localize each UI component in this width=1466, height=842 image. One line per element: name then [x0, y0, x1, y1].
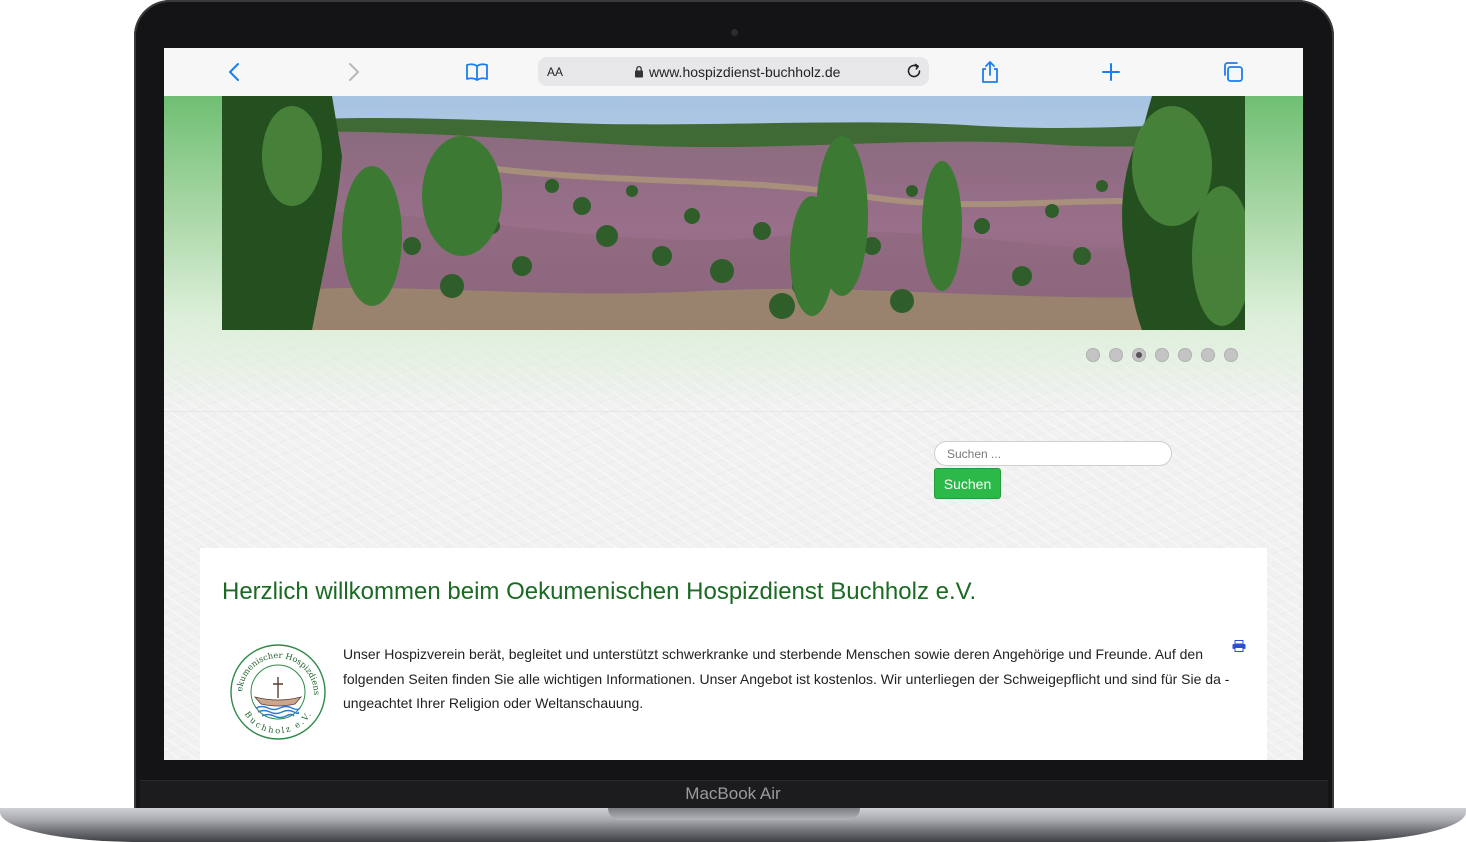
plus-icon	[1102, 63, 1120, 81]
browser-toolbar: AA www.hospizdienst-buchholz.de	[164, 48, 1303, 97]
slider-dot[interactable]	[1086, 348, 1100, 362]
slider-dot[interactable]	[1178, 348, 1192, 362]
search-input[interactable]	[934, 441, 1172, 466]
forward-button[interactable]	[339, 58, 369, 86]
page-title: Herzlich willkommen beim Oekumenischen H…	[222, 578, 977, 605]
model-label: MacBook Air	[685, 784, 781, 803]
tabs-button[interactable]	[1218, 58, 1248, 86]
back-button[interactable]	[219, 58, 249, 86]
share-button[interactable]	[975, 58, 1005, 86]
slider-dot[interactable]	[1109, 348, 1123, 362]
share-icon	[982, 61, 998, 83]
laptop-hinge-notch	[608, 808, 860, 820]
url-display[interactable]: www.hospizdienst-buchholz.de	[634, 57, 840, 86]
chevron-right-icon	[349, 63, 359, 81]
new-tab-button[interactable]	[1096, 58, 1126, 86]
hero-slide-image[interactable]	[222, 96, 1245, 330]
tabs-icon	[1224, 62, 1243, 82]
web-page: Suchen Herzlich willkommen beim Oekumeni…	[164, 96, 1303, 760]
slider-dot[interactable]	[1224, 348, 1238, 362]
book-icon	[466, 63, 488, 81]
lock-icon	[635, 65, 643, 78]
slider-dot[interactable]	[1132, 348, 1146, 362]
slider-dot[interactable]	[1155, 348, 1169, 362]
heathland-landscape-image	[222, 96, 1245, 330]
slider-pagination	[1086, 348, 1238, 362]
hospice-logo: Oekumenischer Hospizdienst Buchholz e.V.	[228, 642, 326, 740]
address-bar[interactable]: AA www.hospizdienst-buchholz.de	[538, 57, 929, 86]
screen: AA www.hospizdienst-buchholz.de Suchen .…	[164, 48, 1303, 760]
camera	[731, 29, 738, 36]
bookmarks-button[interactable]	[462, 58, 492, 86]
reload-icon	[907, 63, 921, 78]
main-content: Herzlich willkommen beim Oekumenischen H…	[200, 548, 1267, 760]
slider-dot[interactable]	[1201, 348, 1215, 362]
reload-button[interactable]	[905, 62, 923, 85]
text-size-button[interactable]: AA	[547, 65, 563, 79]
intro-text: Unser Hospizverein berät, begleitet und …	[343, 646, 1230, 711]
url-text: www.hospizdienst-buchholz.de	[649, 63, 841, 80]
search-button[interactable]: Suchen	[934, 468, 1001, 499]
chevron-left-icon	[229, 63, 239, 81]
